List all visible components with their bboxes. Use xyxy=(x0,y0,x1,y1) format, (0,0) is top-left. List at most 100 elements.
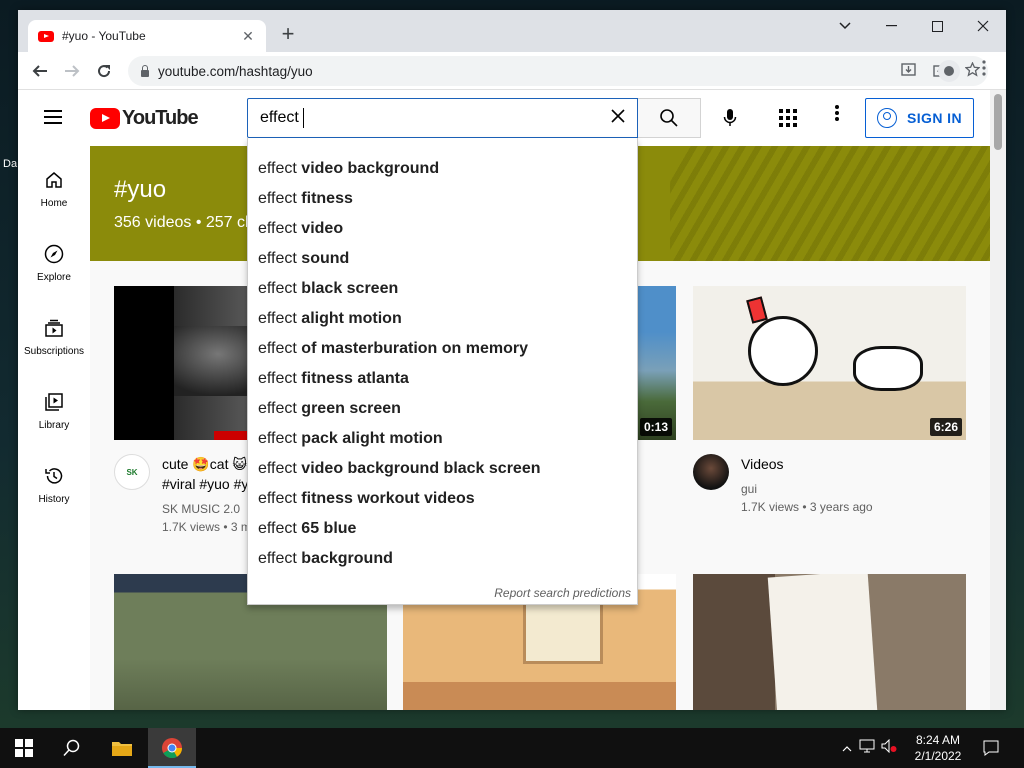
install-icon[interactable] xyxy=(892,62,924,80)
thumbnail-art-detail xyxy=(214,431,250,440)
chevron-up-icon[interactable] xyxy=(838,739,856,757)
volume-muted-icon[interactable] xyxy=(878,738,900,758)
suggestion-item[interactable]: effect alight motion xyxy=(248,304,637,334)
forward-arrow-icon[interactable] xyxy=(60,59,84,83)
cartoon-character xyxy=(748,316,818,386)
suggestion-completion: video background xyxy=(301,160,440,177)
suggestion-item[interactable]: effect background xyxy=(248,544,637,574)
suggestion-item[interactable]: effect video xyxy=(248,214,637,244)
text-caret xyxy=(302,108,304,128)
guide-label-explore: Explore xyxy=(37,272,71,283)
start-button[interactable] xyxy=(0,728,48,768)
suggestion-item[interactable]: effect of masterburation on memory xyxy=(248,334,637,364)
file-explorer-button[interactable] xyxy=(98,728,146,768)
hashtag-title: #yuo xyxy=(114,176,167,203)
browser-tab[interactable]: #yuo - YouTube ✕ xyxy=(28,20,266,52)
search-input[interactable]: effect xyxy=(247,98,638,138)
report-predictions-link[interactable]: Report search predictions xyxy=(494,586,631,600)
suggestion-item[interactable]: effect video background black screen xyxy=(248,454,637,484)
suggestion-completion: of masterburation on memory xyxy=(301,340,528,357)
suggestion-completion: fitness atlanta xyxy=(301,370,409,387)
video-thumbnail[interactable]: 6:26 xyxy=(693,286,966,440)
search-button[interactable] xyxy=(638,98,701,138)
sign-in-button[interactable]: SIGN IN xyxy=(865,98,974,138)
reload-icon[interactable] xyxy=(92,59,116,83)
search-suggestions: effect video background effect fitness e… xyxy=(247,138,638,605)
system-clock[interactable]: 8:24 AM 2/1/2022 xyxy=(900,732,976,764)
back-arrow-icon[interactable] xyxy=(28,59,52,83)
search-icon xyxy=(660,109,678,127)
suggestion-item[interactable]: effect video background xyxy=(248,154,637,184)
suggestion-prefix: effect xyxy=(258,250,302,267)
search-query-text[interactable]: effect xyxy=(260,109,299,127)
clock-date: 2/1/2022 xyxy=(914,749,962,763)
youtube-favicon-icon xyxy=(38,30,54,42)
suggestion-item[interactable]: effect 65 blue xyxy=(248,514,637,544)
tab-search-chevron-icon[interactable] xyxy=(822,10,868,42)
lock-icon[interactable] xyxy=(140,65,150,77)
suggestion-completion: video background black screen xyxy=(301,460,541,477)
clear-search-icon[interactable] xyxy=(607,107,629,129)
suggestion-item[interactable]: effect black screen xyxy=(248,274,637,304)
guide-label-library: Library xyxy=(38,420,70,431)
video-card[interactable]: 6:26 xyxy=(693,286,966,440)
hamburger-menu-icon[interactable] xyxy=(44,110,62,124)
new-tab-button[interactable]: + xyxy=(276,23,300,47)
suggestion-item[interactable]: effect pack alight motion xyxy=(248,424,637,454)
suggestion-prefix: effect xyxy=(258,340,302,357)
network-icon[interactable] xyxy=(856,739,878,758)
tab-title: #yuo - YouTube xyxy=(62,29,146,43)
suggestion-completion: fitness xyxy=(301,190,353,207)
video-duration: 0:13 xyxy=(639,418,672,436)
suggestion-prefix: effect xyxy=(258,190,302,207)
chrome-taskbar-button[interactable] xyxy=(148,728,196,768)
notification-icon xyxy=(983,740,999,756)
guide-item-history[interactable]: History xyxy=(18,450,90,524)
address-bar[interactable]: youtube.com/hashtag/yuo xyxy=(128,56,988,86)
video-card[interactable] xyxy=(693,574,966,710)
channel-avatar[interactable] xyxy=(693,454,729,490)
search-taskbar-button[interactable] xyxy=(48,728,96,768)
guide-item-home[interactable]: Home xyxy=(18,154,90,228)
guide-item-subscriptions[interactable]: Subscriptions xyxy=(18,302,90,376)
channel-avatar[interactable]: SK xyxy=(114,454,150,490)
suggestion-item[interactable]: effect green screen xyxy=(248,394,637,424)
suggestion-completion: green screen xyxy=(301,400,401,417)
suggestion-item[interactable]: effect fitness workout videos xyxy=(248,484,637,514)
tab-close-icon[interactable]: ✕ xyxy=(240,28,256,45)
url-text[interactable]: youtube.com/hashtag/yuo xyxy=(158,64,313,79)
youtube-wordmark: YouTube xyxy=(122,107,199,129)
guide-item-library[interactable]: Library xyxy=(18,376,90,450)
maximize-button[interactable] xyxy=(914,10,960,42)
apps-grid-icon[interactable] xyxy=(776,106,800,130)
chrome-menu-icon[interactable] xyxy=(976,60,992,81)
profile-avatar-icon[interactable] xyxy=(938,60,960,82)
suggestion-item[interactable]: effect sound xyxy=(248,244,637,274)
voice-search-button[interactable] xyxy=(712,100,748,136)
microphone-icon xyxy=(723,109,737,126)
notifications-button[interactable] xyxy=(968,728,1014,768)
suggestion-completion: 65 blue xyxy=(301,520,357,537)
suggestion-prefix: effect xyxy=(258,370,302,387)
desktop-icon-label[interactable]: Da xyxy=(3,158,17,170)
video-title[interactable]: Videos xyxy=(741,454,941,474)
page-scrollbar[interactable] xyxy=(990,90,1006,710)
youtube-play-icon xyxy=(90,108,120,129)
channel-name[interactable]: gui xyxy=(741,480,941,498)
suggestion-completion: background xyxy=(301,550,393,567)
video-duration: 6:26 xyxy=(929,418,962,436)
suggestion-item[interactable]: effect fitness xyxy=(248,184,637,214)
guide-item-explore[interactable]: Explore xyxy=(18,228,90,302)
minimize-button[interactable] xyxy=(868,10,914,42)
sign-in-label: SIGN IN xyxy=(907,110,962,126)
settings-dots-icon[interactable] xyxy=(828,104,846,125)
video-thumbnail[interactable] xyxy=(693,574,966,710)
scrollbar-thumb[interactable] xyxy=(994,94,1002,150)
suggestion-prefix: effect xyxy=(258,310,302,327)
close-window-button[interactable] xyxy=(960,10,1006,42)
youtube-logo[interactable]: YouTube xyxy=(90,107,199,130)
suggestion-prefix: effect xyxy=(258,160,302,177)
suggestion-prefix: effect xyxy=(258,520,302,537)
chrome-window: #yuo - YouTube ✕ + youtube.com/hashtag/y… xyxy=(18,10,1006,710)
suggestion-item[interactable]: effect fitness atlanta xyxy=(248,364,637,394)
